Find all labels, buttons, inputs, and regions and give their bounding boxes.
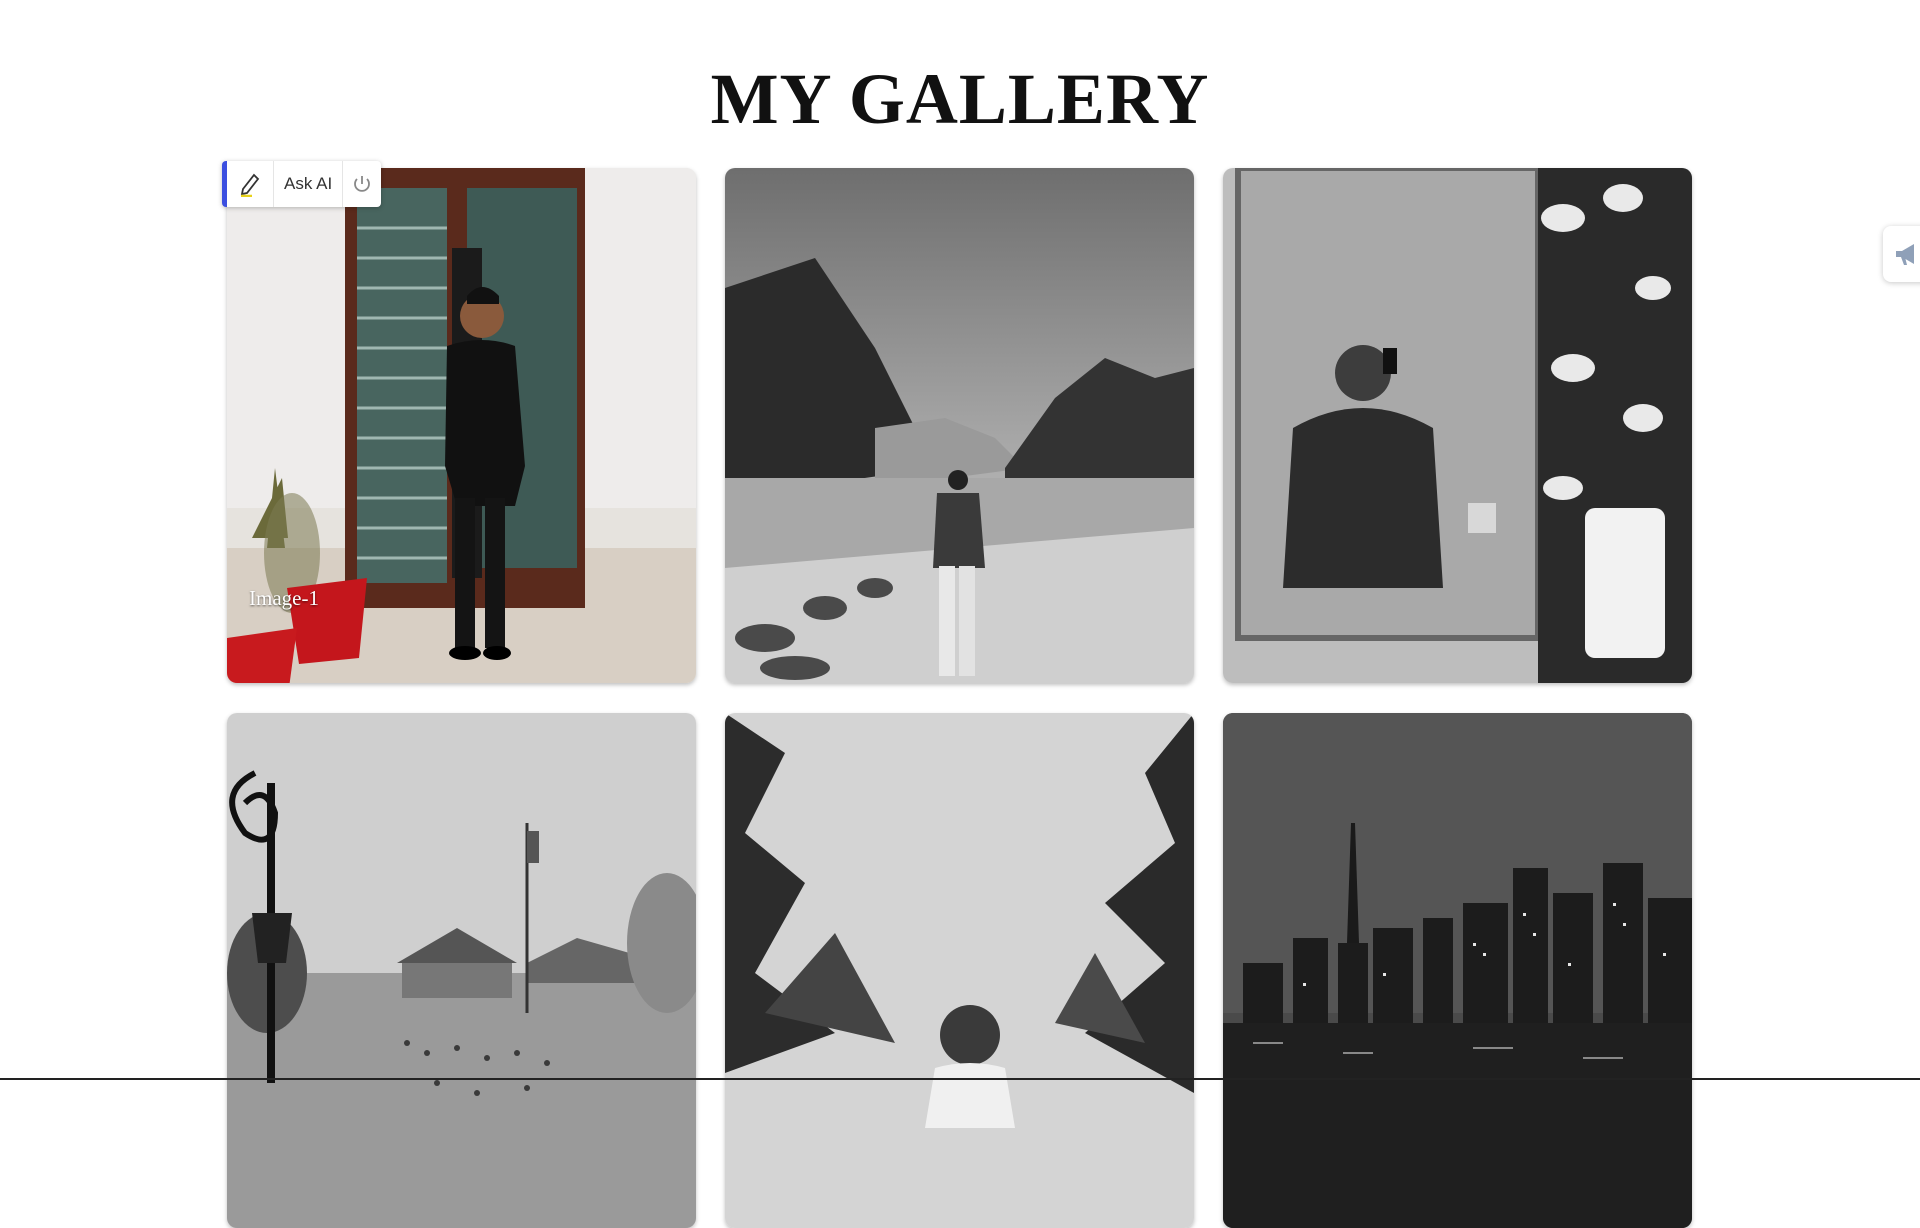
megaphone-icon bbox=[1896, 244, 1914, 265]
side-feedback-tab[interactable] bbox=[1883, 226, 1920, 282]
pencil-icon bbox=[240, 173, 260, 197]
gallery-image-5[interactable] bbox=[725, 713, 1194, 1228]
ask-ai-toolbar: Ask AI bbox=[222, 161, 382, 207]
gallery-image-1[interactable]: Image-1 bbox=[227, 168, 696, 683]
gallery-grid: Image-1 bbox=[227, 168, 1692, 1228]
gallery-image-2[interactable] bbox=[725, 168, 1194, 683]
power-icon bbox=[354, 176, 371, 192]
pencil-button[interactable] bbox=[227, 161, 274, 207]
photo-mirror-selfie-icon bbox=[1223, 168, 1692, 683]
image-caption: Image-1 bbox=[249, 586, 319, 610]
page-title: MY GALLERY bbox=[710, 59, 1210, 139]
photo-town-square-icon bbox=[227, 713, 696, 1228]
gallery-image-3[interactable] bbox=[1223, 168, 1692, 683]
photo-mountain-lake-icon bbox=[725, 168, 1194, 683]
gallery-image-4[interactable] bbox=[227, 713, 696, 1228]
power-button[interactable] bbox=[343, 161, 381, 207]
gallery-image-6[interactable] bbox=[1223, 713, 1692, 1228]
photo-city-skyline-icon bbox=[1223, 713, 1692, 1228]
ask-ai-button[interactable]: Ask AI bbox=[274, 161, 344, 207]
photo-pine-trees-icon bbox=[725, 713, 1194, 1228]
